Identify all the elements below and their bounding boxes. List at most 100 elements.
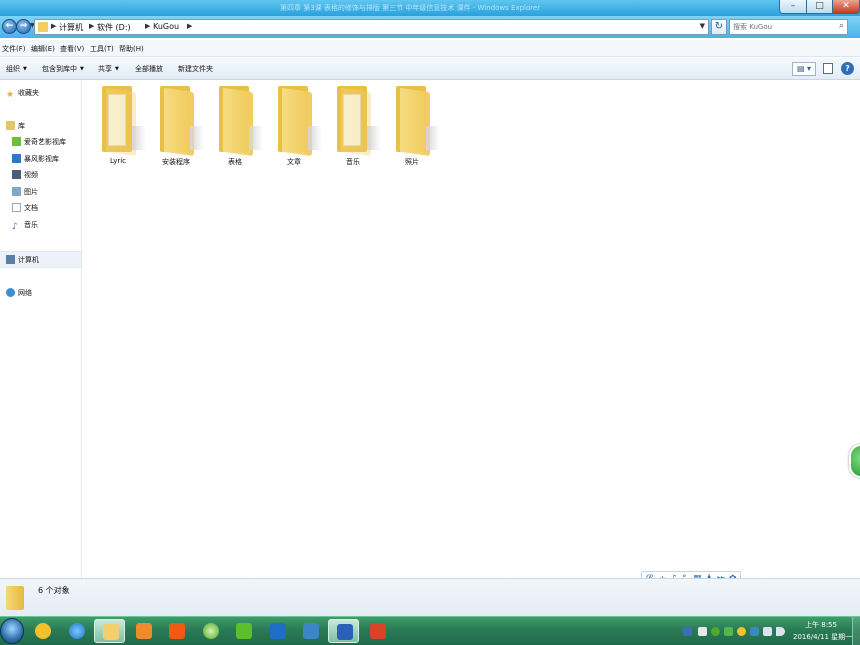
sidebar-item-documents[interactable]: 文档 [12,203,38,215]
include-in-library-button[interactable]: 包含到库中 ▼ [42,64,84,74]
breadcrumb-chevron-icon[interactable]: ▶ [89,22,94,30]
folder-icon [102,86,146,157]
taskbar-app-baofeng[interactable] [262,619,293,643]
sidebar-item-videos[interactable]: 视频 [12,170,38,182]
floating-assistant-badge[interactable] [849,444,860,478]
star-icon: ★ [6,90,15,100]
back-arrow-icon: ← [5,21,14,31]
breadcrumb-item-drive[interactable]: 软件 (D:) [97,22,131,33]
search-icon[interactable]: ⌕ [839,21,844,31]
taskbar-app-360[interactable] [195,619,226,643]
sidebar-item-music[interactable]: ♪ 音乐 [12,220,38,232]
folder-label: 表格 [228,158,242,166]
ime-tray-icon[interactable] [683,627,692,636]
address-bar[interactable]: ▶ 计算机 ▶ 软件 (D:) ▶ KuGou ▶ ▼ [34,19,709,35]
clock-date[interactable]: 2016/4/11 星期一 [793,632,852,642]
taskbar-app-powerpoint[interactable] [362,619,393,643]
network-icon [6,288,15,297]
refresh-button[interactable]: ↻ [711,19,727,35]
address-history-chevron-down-icon[interactable]: ▼ [700,22,705,30]
chevron-down-icon: ▼ [23,66,27,72]
item-count: 6 个对象 [38,586,70,595]
internet-explorer-icon [69,623,85,639]
menu-file[interactable]: 文件(F) [2,44,26,54]
folder-icon [160,86,204,157]
organize-label: 组织 [6,65,20,73]
change-view-button[interactable]: ▤ ▾ [792,62,816,76]
sidebar-item-iqiyi-library[interactable]: 爱奇艺影视库 [12,137,66,149]
tray-kugou-icon[interactable] [737,627,746,636]
security-360-icon [203,623,219,639]
breadcrumb-item-kugou[interactable]: KuGou [153,22,179,31]
sidebar-item-label: 文档 [24,204,38,212]
menu-tools[interactable]: 工具(T) [90,44,114,54]
sidebar-item-favorites[interactable]: ★ 收藏夹 [6,88,39,100]
refresh-icon: ↻ [714,21,724,32]
taskbar-app-ie[interactable] [61,619,92,643]
back-button[interactable]: ← [2,19,17,34]
window-title: 第四章 第3课 表格的修饰与排版 第三节 中年级信息技术 课件 - Window… [280,4,541,12]
taskbar-app-taobao[interactable] [161,619,192,643]
sidebar-item-label: 库 [18,122,25,130]
start-button[interactable] [0,618,24,644]
organize-button[interactable]: 组织 ▼ [6,64,27,74]
library-icon [6,121,15,130]
forward-arrow-icon: → [19,21,28,31]
folder-label: 安装程序 [162,158,190,166]
network-status-icon[interactable] [763,627,772,636]
search-input[interactable] [733,21,833,33]
taskbar-app-iqiyi[interactable] [228,619,259,643]
menu-help[interactable]: 帮助(H) [119,44,144,54]
play-all-button[interactable]: 全部播放 [135,64,163,74]
breadcrumb-chevron-icon[interactable]: ▶ [187,22,192,30]
menu-view[interactable]: 查看(V) [60,44,84,54]
help-button[interactable]: ? [841,62,854,75]
taskbar-app-media-player[interactable] [128,619,159,643]
sidebar-item-network[interactable]: 网络 [6,288,32,300]
search-box[interactable]: ⌕ [729,19,848,35]
folder-item-installers[interactable]: 安装程序 [150,86,204,166]
forward-button[interactable]: → [16,19,31,34]
menu-bar: 文件(F) 编辑(E) 查看(V) 工具(T) 帮助(H) [0,40,860,57]
volume-icon[interactable] [776,627,785,636]
taskbar-app-explorer[interactable] [94,619,125,643]
baofeng-library-icon [12,154,21,163]
sidebar-item-pictures[interactable]: 图片 [12,187,38,199]
powerpoint-icon [370,623,386,639]
folder-label: 照片 [405,158,419,166]
folder-icon [337,86,381,157]
sidebar-item-label: 爱奇艺影视库 [24,138,66,146]
folder-icon [6,586,24,610]
menu-edit[interactable]: 编辑(E) [31,44,55,54]
folder-item-tables[interactable]: 表格 [209,86,263,166]
preview-pane-button[interactable] [823,63,833,74]
share-button[interactable]: 共享 ▼ [98,64,119,74]
folder-item-lyric[interactable]: Lyric [92,86,146,166]
folder-item-music[interactable]: 音乐 [327,86,381,166]
minimize-button[interactable]: – [779,0,807,14]
breadcrumb-chevron-icon[interactable]: ▶ [51,22,56,30]
folder-item-photos[interactable]: 照片 [386,86,440,166]
sidebar-item-baofeng-library[interactable]: 暴风影视库 [12,154,59,166]
new-folder-button[interactable]: 新建文件夹 [178,64,213,74]
taskbar-app-kugou[interactable] [27,619,58,643]
clock-time[interactable]: 上午 8:55 [793,620,849,630]
sidebar-item-label: 网络 [18,289,32,297]
tray-app-icon[interactable] [698,627,707,636]
breadcrumb-item-computer[interactable]: 计算机 [59,22,83,33]
sidebar-item-label: 图片 [24,188,38,196]
breadcrumb-chevron-icon[interactable]: ▶ [145,22,150,30]
tray-update-icon[interactable] [750,627,759,636]
sidebar-item-computer[interactable]: 计算机 [6,255,39,267]
close-button[interactable]: ✕ [832,0,860,14]
show-desktop-button[interactable] [852,617,860,645]
maximize-button[interactable]: □ [806,0,833,14]
tray-360-icon[interactable] [711,627,720,636]
taskbar-app-network-tool[interactable] [295,619,326,643]
taskbar-app-word[interactable] [328,619,359,643]
word-icon [337,624,353,640]
tray-iqiyi-icon[interactable] [724,627,733,636]
sidebar-item-libraries[interactable]: 库 [6,121,25,133]
chevron-down-icon: ▼ [115,66,119,72]
folder-item-articles[interactable]: 文章 [268,86,322,166]
